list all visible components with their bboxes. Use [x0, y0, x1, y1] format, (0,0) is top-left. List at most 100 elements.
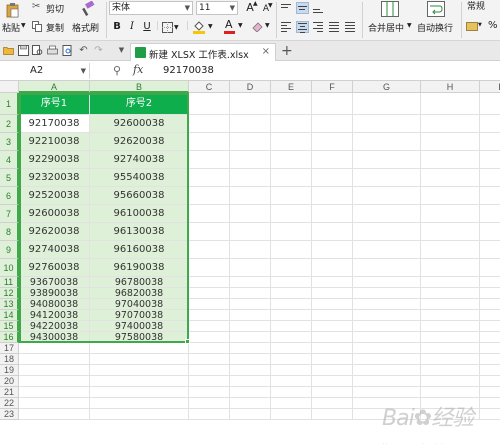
empty-cell[interactable] — [189, 115, 230, 133]
empty-cell[interactable] — [271, 259, 312, 277]
row-header[interactable]: 16 — [0, 332, 19, 343]
empty-cell[interactable] — [312, 343, 353, 354]
empty-cell[interactable] — [90, 354, 189, 365]
data-cell[interactable]: 96190038 — [90, 259, 189, 277]
row-header[interactable]: 17 — [0, 343, 19, 354]
empty-cell[interactable] — [480, 321, 500, 332]
fill-handle[interactable] — [185, 339, 190, 344]
empty-cell[interactable] — [230, 321, 271, 332]
empty-cell[interactable] — [230, 187, 271, 205]
data-cell[interactable]: 92600038 — [19, 205, 90, 223]
empty-cell[interactable] — [421, 205, 480, 223]
empty-cell[interactable] — [19, 398, 90, 409]
empty-cell[interactable] — [480, 187, 500, 205]
empty-cell[interactable] — [230, 259, 271, 277]
align-right-button[interactable] — [312, 21, 325, 33]
empty-cell[interactable] — [189, 277, 230, 288]
row-header[interactable]: 23 — [0, 409, 19, 420]
column-header-d[interactable]: D — [230, 81, 271, 93]
empty-cell[interactable] — [189, 299, 230, 310]
empty-cell[interactable] — [353, 93, 421, 115]
empty-cell[interactable] — [421, 354, 480, 365]
empty-cell[interactable] — [312, 398, 353, 409]
border-button[interactable]: ▼ — [162, 22, 182, 34]
empty-cell[interactable] — [353, 223, 421, 241]
empty-cell[interactable] — [189, 169, 230, 187]
empty-cell[interactable] — [19, 365, 90, 376]
empty-cell[interactable] — [312, 288, 353, 299]
empty-cell[interactable] — [421, 133, 480, 151]
empty-cell[interactable] — [312, 93, 353, 115]
empty-cell[interactable] — [353, 387, 421, 398]
empty-cell[interactable] — [312, 277, 353, 288]
empty-cell[interactable] — [421, 277, 480, 288]
empty-cell[interactable] — [421, 115, 480, 133]
row-header[interactable]: 7 — [0, 205, 19, 223]
number-format-select[interactable]: 常规 — [465, 1, 500, 15]
data-cell[interactable]: 96160038 — [90, 241, 189, 259]
empty-cell[interactable] — [271, 205, 312, 223]
empty-cell[interactable] — [353, 332, 421, 343]
column-header-a[interactable]: A — [19, 81, 90, 93]
data-cell[interactable]: 92210038 — [19, 133, 90, 151]
empty-cell[interactable] — [312, 299, 353, 310]
empty-cell[interactable] — [189, 133, 230, 151]
empty-cell[interactable] — [90, 387, 189, 398]
cut-button[interactable]: ✂ 剪切 — [32, 1, 68, 15]
data-cell[interactable]: 96130038 — [90, 223, 189, 241]
data-cell[interactable]: 94300038 — [19, 332, 90, 343]
empty-cell[interactable] — [230, 205, 271, 223]
empty-cell[interactable] — [189, 241, 230, 259]
empty-cell[interactable] — [312, 409, 353, 420]
empty-cell[interactable] — [353, 187, 421, 205]
empty-cell[interactable] — [480, 343, 500, 354]
empty-cell[interactable] — [271, 310, 312, 321]
empty-cell[interactable] — [353, 205, 421, 223]
empty-cell[interactable] — [480, 151, 500, 169]
empty-cell[interactable] — [90, 409, 189, 420]
empty-cell[interactable] — [271, 387, 312, 398]
font-size-select[interactable]: 11 ▼ — [196, 1, 238, 15]
print-icon[interactable] — [47, 45, 58, 56]
empty-cell[interactable] — [312, 115, 353, 133]
empty-cell[interactable] — [230, 299, 271, 310]
empty-cell[interactable] — [189, 259, 230, 277]
empty-cell[interactable] — [480, 93, 500, 115]
column-header-c[interactable]: C — [189, 81, 230, 93]
data-cell[interactable]: 92740038 — [19, 241, 90, 259]
empty-cell[interactable] — [230, 93, 271, 115]
row-header[interactable]: 12 — [0, 288, 19, 299]
empty-cell[interactable] — [421, 376, 480, 387]
empty-cell[interactable] — [353, 259, 421, 277]
empty-cell[interactable] — [353, 310, 421, 321]
font-name-select[interactable]: 宋体 ▼ — [109, 1, 193, 15]
empty-cell[interactable] — [353, 169, 421, 187]
font-color-button[interactable]: A ▼ — [224, 18, 248, 34]
empty-cell[interactable] — [189, 354, 230, 365]
empty-cell[interactable] — [271, 354, 312, 365]
align-bottom-button[interactable] — [312, 2, 325, 14]
empty-cell[interactable] — [189, 187, 230, 205]
empty-cell[interactable] — [312, 354, 353, 365]
column-header-b[interactable]: B — [90, 81, 189, 93]
row-header[interactable]: 8 — [0, 223, 19, 241]
empty-cell[interactable] — [271, 187, 312, 205]
empty-cell[interactable] — [312, 387, 353, 398]
empty-cell[interactable] — [421, 332, 480, 343]
data-cell[interactable]: 92620038 — [19, 223, 90, 241]
empty-cell[interactable] — [312, 365, 353, 376]
data-cell[interactable]: 92740038 — [90, 151, 189, 169]
redo-icon[interactable]: ↷ — [93, 45, 104, 56]
empty-cell[interactable] — [312, 205, 353, 223]
data-cell[interactable]: 94080038 — [19, 299, 90, 310]
align-middle-button[interactable] — [296, 2, 309, 14]
empty-cell[interactable] — [271, 365, 312, 376]
empty-cell[interactable] — [312, 187, 353, 205]
empty-cell[interactable] — [230, 169, 271, 187]
align-left-button[interactable] — [280, 21, 293, 33]
row-header[interactable]: 19 — [0, 365, 19, 376]
zoom-search-icon[interactable]: ⚲ — [113, 64, 121, 77]
add-tab-button[interactable]: + — [281, 43, 293, 59]
empty-cell[interactable] — [271, 223, 312, 241]
empty-cell[interactable] — [421, 259, 480, 277]
